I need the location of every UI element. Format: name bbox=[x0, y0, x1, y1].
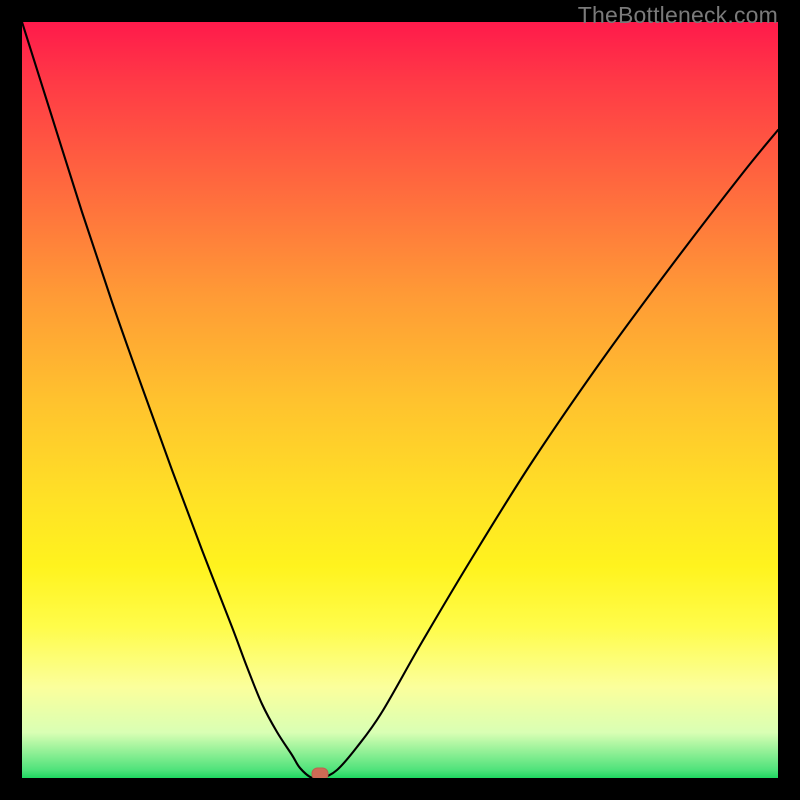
bottleneck-curve bbox=[22, 22, 778, 778]
watermark-text: TheBottleneck.com bbox=[578, 2, 778, 29]
current-point-marker bbox=[312, 768, 329, 779]
chart-frame: TheBottleneck.com bbox=[0, 0, 800, 800]
plot-area bbox=[22, 22, 778, 778]
